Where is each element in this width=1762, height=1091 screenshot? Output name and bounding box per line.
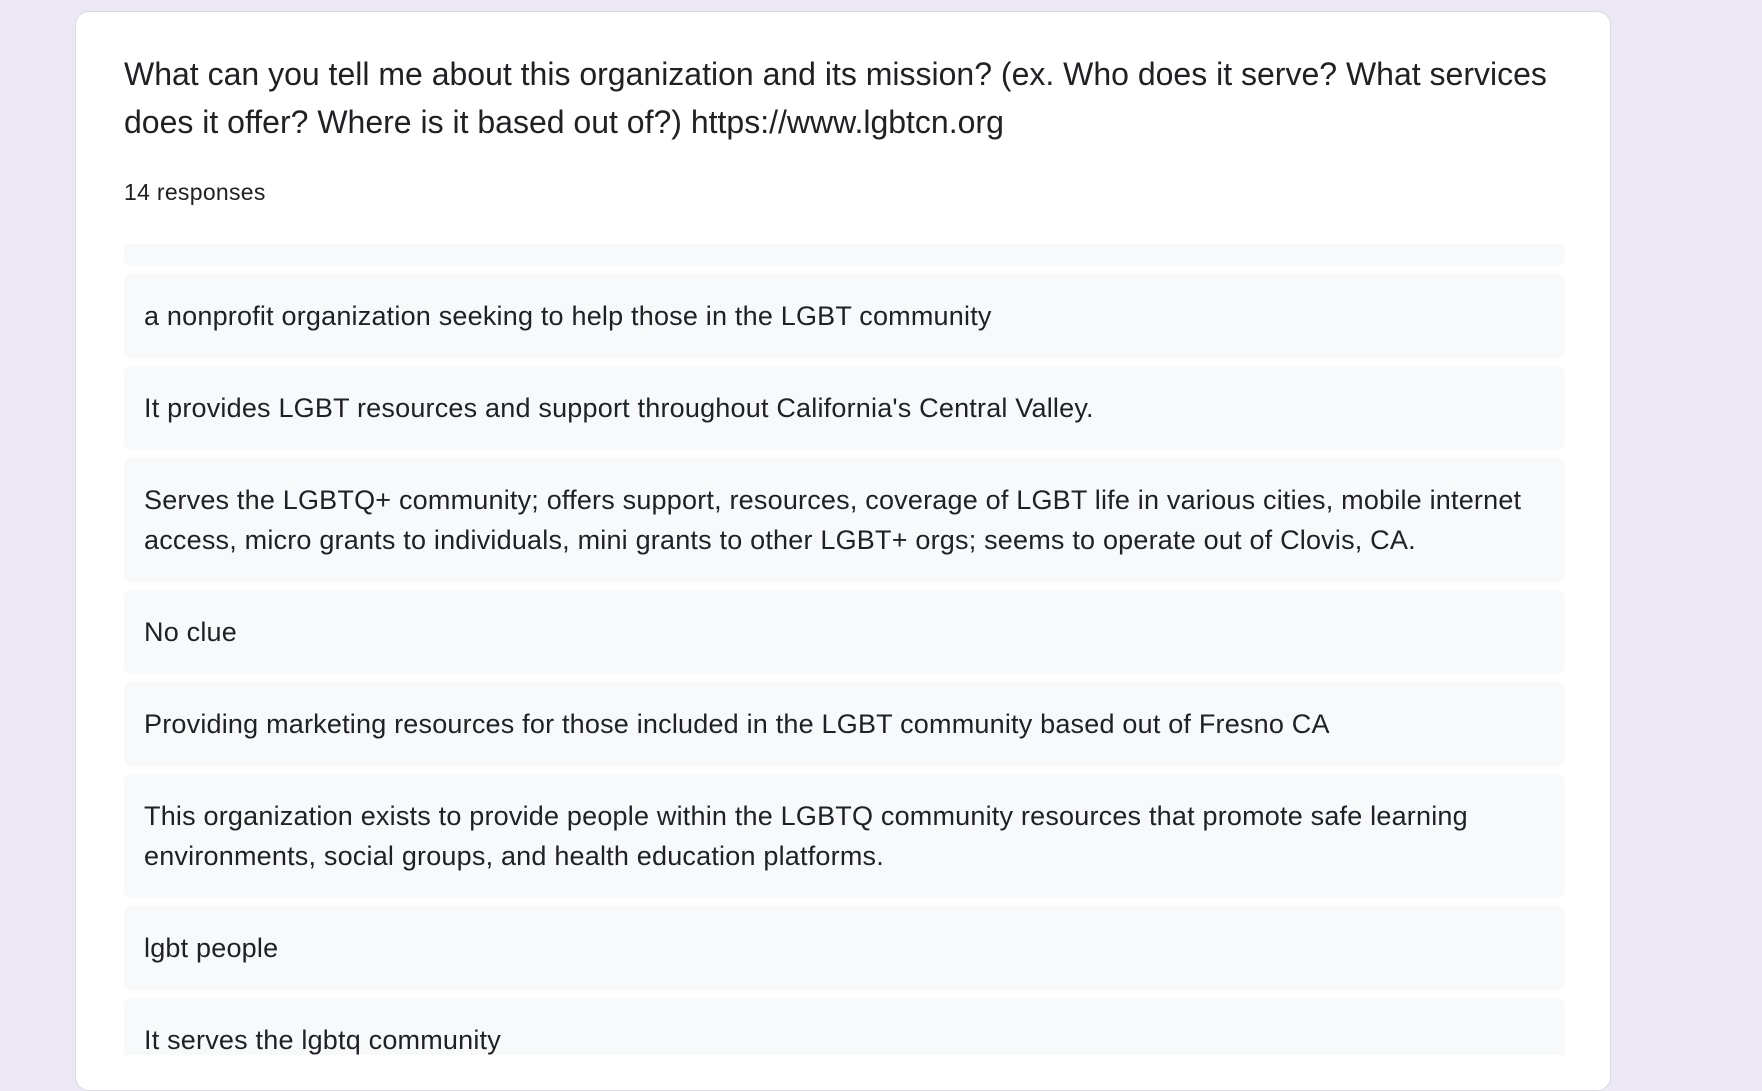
question-title: What can you tell me about this organiza… [124,56,1547,140]
question-summary-card: What can you tell me about this organiza… [75,11,1611,1091]
response-item-partial [124,244,1565,266]
response-item: It serves the lgbtq community [124,998,1565,1055]
response-count: 14 responses [124,179,266,205]
response-item: lgbt people [124,906,1565,990]
response-item: It provides LGBT resources and support t… [124,366,1565,450]
response-list[interactable]: a nonprofit organization seeking to help… [124,244,1565,1055]
response-item: This organization exists to provide peop… [124,774,1565,898]
response-item: a nonprofit organization seeking to help… [124,274,1565,358]
response-item: Serves the LGBTQ+ community; offers supp… [124,458,1565,582]
response-item: Providing marketing resources for those … [124,682,1565,766]
response-item: No clue [124,590,1565,674]
